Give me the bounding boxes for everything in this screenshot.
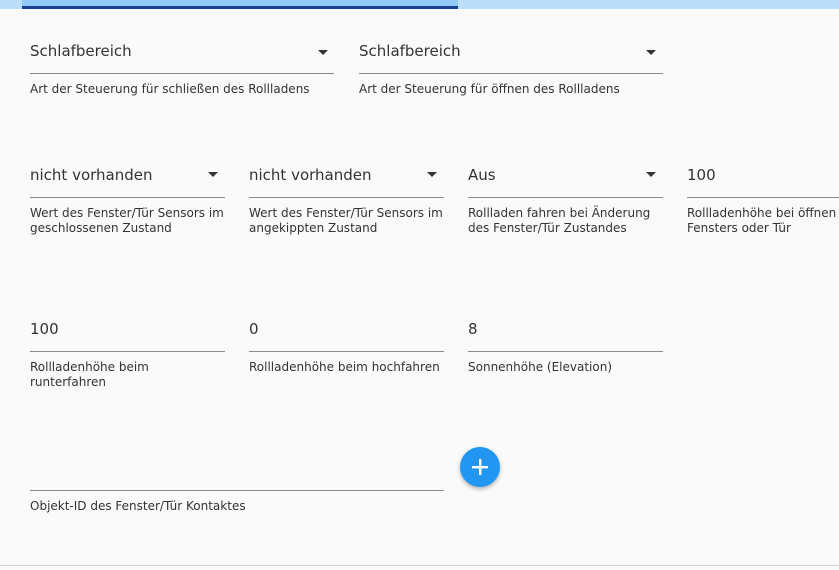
elevation-input[interactable]: 8 Sonnenhöhe (Elevation)	[468, 320, 663, 395]
height-down-value: 100	[30, 320, 59, 338]
open-control-value: Schlafbereich	[359, 42, 461, 60]
sensor-closed-select[interactable]: nicht vorhanden Wert des Fenster/Tür Sen…	[30, 166, 225, 241]
sensor-tilted-helper: Wert des Fenster/Tür Sensors im angekipp…	[249, 206, 443, 235]
height-down-helper: Rollladenhöhe beim runterfahren	[30, 360, 149, 389]
sensor-closed-helper: Wert des Fenster/Tür Sensors im geschlos…	[30, 206, 224, 235]
sensor-tilted-value: nicht vorhanden	[249, 166, 372, 184]
add-contact-button[interactable]	[460, 447, 500, 487]
tab-indicator	[22, 6, 458, 9]
sensor-tilted-underline	[249, 197, 444, 198]
plus-icon	[472, 459, 488, 475]
height-up-helper: Rollladenhöhe beim hochfahren	[249, 360, 440, 374]
close-control-helper: Art der Steuerung für schließen des Roll…	[30, 82, 310, 96]
open-control-underline	[359, 73, 663, 74]
drive-on-change-helper: Rollladen fahren bei Änderung des Fenste…	[468, 206, 651, 235]
height-open-underline	[687, 197, 839, 198]
height-open-input[interactable]: 100 Rollladenhöhe bei öffnen des Fenster…	[687, 166, 839, 241]
height-down-input[interactable]: 100 Rollladenhöhe beim runterfahren	[30, 320, 225, 395]
sensor-tilted-select[interactable]: nicht vorhanden Wert des Fenster/Tür Sen…	[249, 166, 444, 241]
bottom-divider	[0, 565, 839, 566]
drive-on-change-underline	[468, 197, 663, 198]
drive-on-change-value: Aus	[468, 166, 496, 184]
open-control-select[interactable]: Schlafbereich Art der Steuerung für öffn…	[359, 42, 663, 102]
chevron-down-icon	[427, 172, 437, 177]
close-control-underline	[30, 73, 334, 74]
height-open-value: 100	[687, 166, 716, 184]
chevron-down-icon	[318, 50, 328, 55]
chevron-down-icon	[208, 172, 218, 177]
open-control-helper: Art der Steuerung für öffnen des Rolllad…	[359, 82, 620, 96]
height-up-underline	[249, 351, 444, 352]
chevron-down-icon	[646, 50, 656, 55]
height-up-input[interactable]: 0 Rollladenhöhe beim hochfahren	[249, 320, 444, 395]
contact-id-input[interactable]: Objekt-ID des Fenster/Tür Kontaktes	[30, 459, 444, 519]
height-open-helper: Rollladenhöhe bei öffnen des Fensters od…	[687, 206, 839, 235]
height-down-underline	[30, 351, 225, 352]
sensor-closed-value: nicht vorhanden	[30, 166, 153, 184]
contact-id-helper: Objekt-ID des Fenster/Tür Kontaktes	[30, 499, 246, 513]
chevron-down-icon	[646, 172, 656, 177]
height-up-value: 0	[249, 320, 259, 338]
elevation-value: 8	[468, 320, 478, 338]
drive-on-change-select[interactable]: Aus Rollladen fahren bei Änderung des Fe…	[468, 166, 663, 241]
close-control-select[interactable]: Schlafbereich Art der Steuerung für schl…	[30, 42, 334, 102]
contact-id-underline	[30, 490, 444, 491]
elevation-underline	[468, 351, 663, 352]
elevation-helper: Sonnenhöhe (Elevation)	[468, 360, 613, 374]
sensor-closed-underline	[30, 197, 225, 198]
close-control-value: Schlafbereich	[30, 42, 132, 60]
